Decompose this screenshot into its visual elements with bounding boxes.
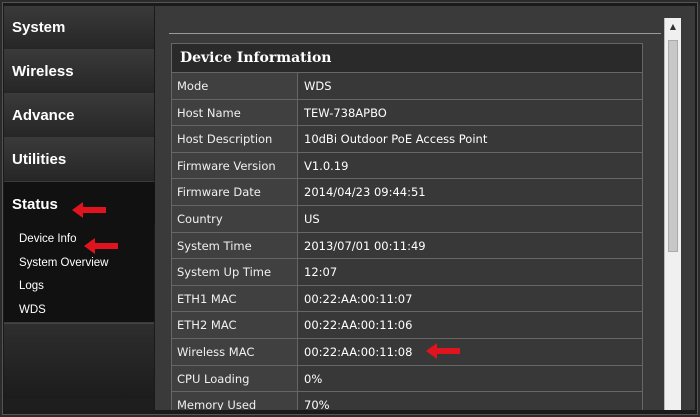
table-row: Mode WDS — [172, 73, 642, 100]
row-value: TEW-738APBO — [298, 99, 642, 126]
main-content: Device Information Mode WDS Host Name TEW-7… — [155, 6, 695, 410]
arrow-icon — [426, 343, 460, 359]
sidebar-item-wireless[interactable]: Wireless — [4, 50, 154, 94]
sidebar-item-label: Utilities — [12, 151, 67, 168]
row-label: Wireless MAC — [172, 338, 298, 365]
sidebar-item-label: Status — [12, 195, 58, 213]
row-label: Memory Used — [172, 392, 298, 410]
arrow-icon — [72, 202, 106, 218]
table-row: CPU Loading 0% — [172, 365, 642, 393]
subnav-item-logs[interactable]: Logs — [19, 275, 154, 299]
table-row: Country US — [172, 205, 642, 233]
row-value: US — [298, 205, 642, 232]
table-row: Firmware Version V1.0.19 — [172, 152, 642, 180]
subnav-item-wds[interactable]: WDS — [19, 299, 154, 323]
row-label: Mode — [172, 73, 298, 99]
scroll-up-icon[interactable]: ▲ — [665, 18, 681, 34]
table-row: Firmware Date 2014/04/23 09:44:51 — [172, 179, 642, 206]
vertical-scrollbar[interactable]: ▲ — [664, 18, 681, 410]
sidebar-item-advance[interactable]: Advance — [4, 94, 154, 138]
table-row: System Time 2013/07/01 00:11:49 — [172, 232, 642, 260]
divider — [169, 33, 661, 34]
subnav-item-system-overview[interactable]: System Overview — [19, 252, 154, 276]
sidebar-item-label: System — [12, 19, 66, 36]
row-label: Firmware Version — [172, 152, 298, 179]
table-row: System Up Time 12:07 — [172, 259, 642, 286]
table-row: ETH1 MAC 00:22:AA:00:11:07 — [172, 285, 642, 313]
row-value: 00:22:AA:00:11:08 — [298, 338, 642, 365]
row-label: System Time — [172, 232, 298, 259]
sidebar-empty-area — [4, 323, 154, 398]
sidebar-item-label: Advance — [12, 107, 75, 124]
row-label: System Up Time — [172, 259, 298, 285]
row-label: Country — [172, 205, 298, 232]
row-label: Host Name — [172, 99, 298, 126]
panel-title: Device Information — [172, 44, 642, 73]
info-table: Mode WDS Host Name TEW-738APBO Host Descript… — [172, 73, 642, 410]
table-row: Host Name TEW-738APBO — [172, 99, 642, 127]
row-value: 00:22:AA:00:11:06 — [298, 312, 642, 338]
table-row: Memory Used 70% — [172, 392, 642, 410]
row-value: 12:07 — [298, 259, 642, 285]
row-label: CPU Loading — [172, 365, 298, 392]
status-subnav: Device Info System Overview Logs WDS — [4, 226, 154, 322]
row-value: 2014/04/23 09:44:51 — [298, 179, 642, 205]
table-row: Wireless MAC 00:22:AA:00:11:08 — [172, 338, 642, 366]
row-value: V1.0.19 — [298, 152, 642, 179]
row-value: 10dBi Outdoor PoE Access Point — [298, 126, 642, 152]
sidebar-item-system[interactable]: System — [4, 6, 154, 50]
row-value: 70% — [298, 392, 642, 410]
row-value: WDS — [298, 73, 642, 99]
sidebar-item-utilities[interactable]: Utilities — [4, 138, 154, 182]
row-label: Host Description — [172, 126, 298, 152]
device-information-panel: Device Information Mode WDS Host Name TEW-7… — [171, 43, 643, 410]
row-value: 00:22:AA:00:11:07 — [298, 285, 642, 312]
arrow-icon — [84, 238, 118, 254]
table-row: ETH2 MAC 00:22:AA:00:11:06 — [172, 312, 642, 339]
scroll-thumb[interactable] — [668, 40, 678, 252]
row-label: ETH2 MAC — [172, 312, 298, 338]
row-value: 2013/07/01 00:11:49 — [298, 232, 642, 259]
table-row: Host Description 10dBi Outdoor PoE Access… — [172, 126, 642, 153]
row-label: Firmware Date — [172, 179, 298, 205]
row-value: 0% — [298, 365, 642, 392]
sidebar-item-label: Wireless — [12, 63, 74, 80]
row-label: ETH1 MAC — [172, 285, 298, 312]
